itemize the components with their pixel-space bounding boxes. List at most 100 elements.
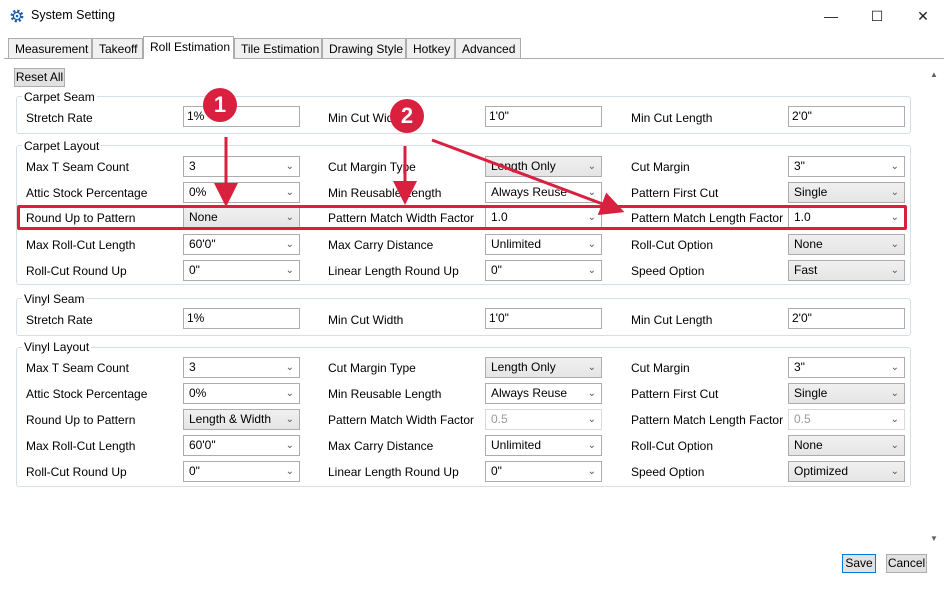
vinyl-roll-cut-round-label: Roll-Cut Round Up (26, 465, 127, 479)
scroll-down-icon[interactable]: ▼ (929, 534, 939, 544)
vinyl-roll-cut-option-select[interactable]: None ⌄ (788, 435, 905, 456)
vinyl-cut-margin-select[interactable]: 3" ⌄ (788, 357, 905, 378)
reset-all-button[interactable]: Reset All (14, 68, 65, 87)
chevron-down-icon: ⌄ (890, 265, 899, 276)
gear-icon (10, 9, 24, 23)
chevron-down-icon: ⌄ (587, 414, 596, 425)
chevron-down-icon: ⌄ (587, 388, 596, 399)
chevron-down-icon: ⌄ (285, 187, 294, 198)
carpet-roll-cut-round-label: Roll-Cut Round Up (26, 264, 127, 278)
vinyl-min-reusable-label: Min Reusable Length (328, 387, 442, 401)
carpet-max-roll-cut-label: Max Roll-Cut Length (26, 238, 136, 252)
carpet-cut-margin-type-select[interactable]: Length Only ⌄ (485, 156, 602, 177)
vinyl-stretch-rate-input[interactable]: 1% (183, 308, 300, 329)
chevron-down-icon: ⌄ (285, 388, 294, 399)
vinyl-attic-stock-label: Attic Stock Percentage (26, 387, 148, 401)
vinyl-attic-stock-select[interactable]: 0% ⌄ (183, 383, 300, 404)
chevron-down-icon: ⌄ (285, 440, 294, 451)
vinyl-roll-cut-option-label: Roll-Cut Option (631, 439, 714, 453)
cancel-button[interactable]: Cancel (886, 554, 927, 573)
carpet-min-cut-width-input[interactable]: 1'0" (485, 106, 602, 127)
carpet-roll-cut-round-select[interactable]: 0" ⌄ (183, 260, 300, 281)
window-title: System Setting (31, 8, 116, 22)
chevron-down-icon: ⌄ (890, 362, 899, 373)
chevron-down-icon: ⌄ (285, 239, 294, 250)
tab-takeoff[interactable]: Takeoff (92, 38, 143, 58)
chevron-down-icon: ⌄ (587, 187, 596, 198)
carpet-cut-margin-label: Cut Margin (631, 160, 690, 174)
chevron-down-icon: ⌄ (285, 414, 294, 425)
chevron-down-icon: ⌄ (890, 161, 899, 172)
vinyl-min-cut-width-input[interactable]: 1'0" (485, 308, 602, 329)
carpet-max-t-seam-select[interactable]: 3 ⌄ (183, 156, 300, 177)
tab-advanced[interactable]: Advanced (455, 38, 521, 58)
maximize-button[interactable]: ☐ (854, 0, 900, 32)
vinyl-pm-length-select: 0.5 ⌄ (788, 409, 905, 430)
vinyl-round-up-select[interactable]: Length & Width ⌄ (183, 409, 300, 430)
chevron-down-icon: ⌄ (587, 466, 596, 477)
chevron-down-icon: ⌄ (587, 239, 596, 250)
carpet-roll-cut-option-select[interactable]: None ⌄ (788, 234, 905, 255)
chevron-down-icon: ⌄ (285, 161, 294, 172)
chevron-down-icon: ⌄ (587, 440, 596, 451)
carpet-attic-stock-select[interactable]: 0% ⌄ (183, 182, 300, 203)
chevron-down-icon: ⌄ (285, 265, 294, 276)
tab-roll-estimation[interactable]: Roll Estimation (143, 36, 234, 59)
chevron-down-icon: ⌄ (285, 466, 294, 477)
carpet-min-cut-length-label: Min Cut Length (631, 111, 713, 125)
carpet-stretch-rate-label: Stretch Rate (26, 111, 93, 125)
chevron-down-icon: ⌄ (890, 388, 899, 399)
carpet-stretch-rate-input[interactable]: 1% (183, 106, 300, 127)
carpet-linear-round-label: Linear Length Round Up (328, 264, 459, 278)
tab-measurement[interactable]: Measurement (8, 38, 92, 58)
vinyl-round-up-label: Round Up to Pattern (26, 413, 136, 427)
carpet-max-roll-cut-select[interactable]: 60'0" ⌄ (183, 234, 300, 255)
carpet-cut-margin-select[interactable]: 3" ⌄ (788, 156, 905, 177)
vinyl-pattern-first-cut-label: Pattern First Cut (631, 387, 719, 401)
vinyl-max-carry-label: Max Carry Distance (328, 439, 434, 453)
vinyl-pattern-first-cut-select[interactable]: Single ⌄ (788, 383, 905, 404)
carpet-attic-stock-label: Attic Stock Percentage (26, 186, 148, 200)
carpet-min-cut-length-input[interactable]: 2'0" (788, 106, 905, 127)
vinyl-speed-label: Speed Option (631, 465, 705, 479)
vinyl-roll-cut-round-select[interactable]: 0" ⌄ (183, 461, 300, 482)
vinyl-min-reusable-select[interactable]: Always Reuse ⌄ (485, 383, 602, 404)
carpet-speed-label: Speed Option (631, 264, 705, 278)
vinyl-pm-length-label: Pattern Match Length Factor (631, 413, 784, 427)
carpet-linear-round-select[interactable]: 0" ⌄ (485, 260, 602, 281)
close-button[interactable]: ✕ (900, 0, 946, 32)
carpet-max-carry-label: Max Carry Distance (328, 238, 434, 252)
vinyl-pm-width-label: Pattern Match Width Factor (328, 413, 475, 427)
vertical-scrollbar[interactable] (928, 68, 940, 546)
annotation-badge-1: 1 (203, 88, 237, 122)
vinyl-linear-round-select[interactable]: 0" ⌄ (485, 461, 602, 482)
carpet-pattern-first-cut-select[interactable]: Single ⌄ (788, 182, 905, 203)
title-bar (0, 0, 946, 32)
carpet-seam-group (16, 96, 911, 134)
tab-drawing-style[interactable]: Drawing Style (322, 38, 406, 58)
vinyl-speed-select[interactable]: Optimized ⌄ (788, 461, 905, 482)
chevron-down-icon: ⌄ (587, 362, 596, 373)
vinyl-max-t-seam-label: Max T Seam Count (26, 361, 129, 375)
vinyl-min-cut-width-label: Min Cut Width (328, 313, 404, 327)
carpet-max-carry-select[interactable]: Unlimited ⌄ (485, 234, 602, 255)
carpet-min-reusable-label: Min Reusable Length (328, 186, 442, 200)
vinyl-stretch-rate-label: Stretch Rate (26, 313, 93, 327)
save-button[interactable]: Save (842, 554, 876, 573)
vinyl-cut-margin-type-select[interactable]: Length Only ⌄ (485, 357, 602, 378)
carpet-speed-select[interactable]: Fast ⌄ (788, 260, 905, 281)
vinyl-layout-title: Vinyl Layout (22, 340, 92, 354)
vinyl-max-roll-cut-select[interactable]: 60'0" ⌄ (183, 435, 300, 456)
chevron-down-icon: ⌄ (587, 265, 596, 276)
chevron-down-icon: ⌄ (890, 239, 899, 250)
vinyl-max-carry-select[interactable]: Unlimited ⌄ (485, 435, 602, 456)
carpet-cut-margin-type-label: Cut Margin Type (328, 160, 416, 174)
carpet-max-t-seam-label: Max T Seam Count (26, 160, 129, 174)
carpet-min-reusable-select[interactable]: Always Reuse ⌄ (485, 182, 602, 203)
chevron-down-icon: ⌄ (285, 362, 294, 373)
vinyl-min-cut-length-input[interactable]: 2'0" (788, 308, 905, 329)
minimize-button[interactable]: — (808, 0, 854, 32)
tab-hotkey[interactable]: Hotkey (406, 38, 455, 58)
vinyl-max-t-seam-select[interactable]: 3 ⌄ (183, 357, 300, 378)
tab-tile-estimation[interactable]: Tile Estimation (234, 38, 322, 58)
